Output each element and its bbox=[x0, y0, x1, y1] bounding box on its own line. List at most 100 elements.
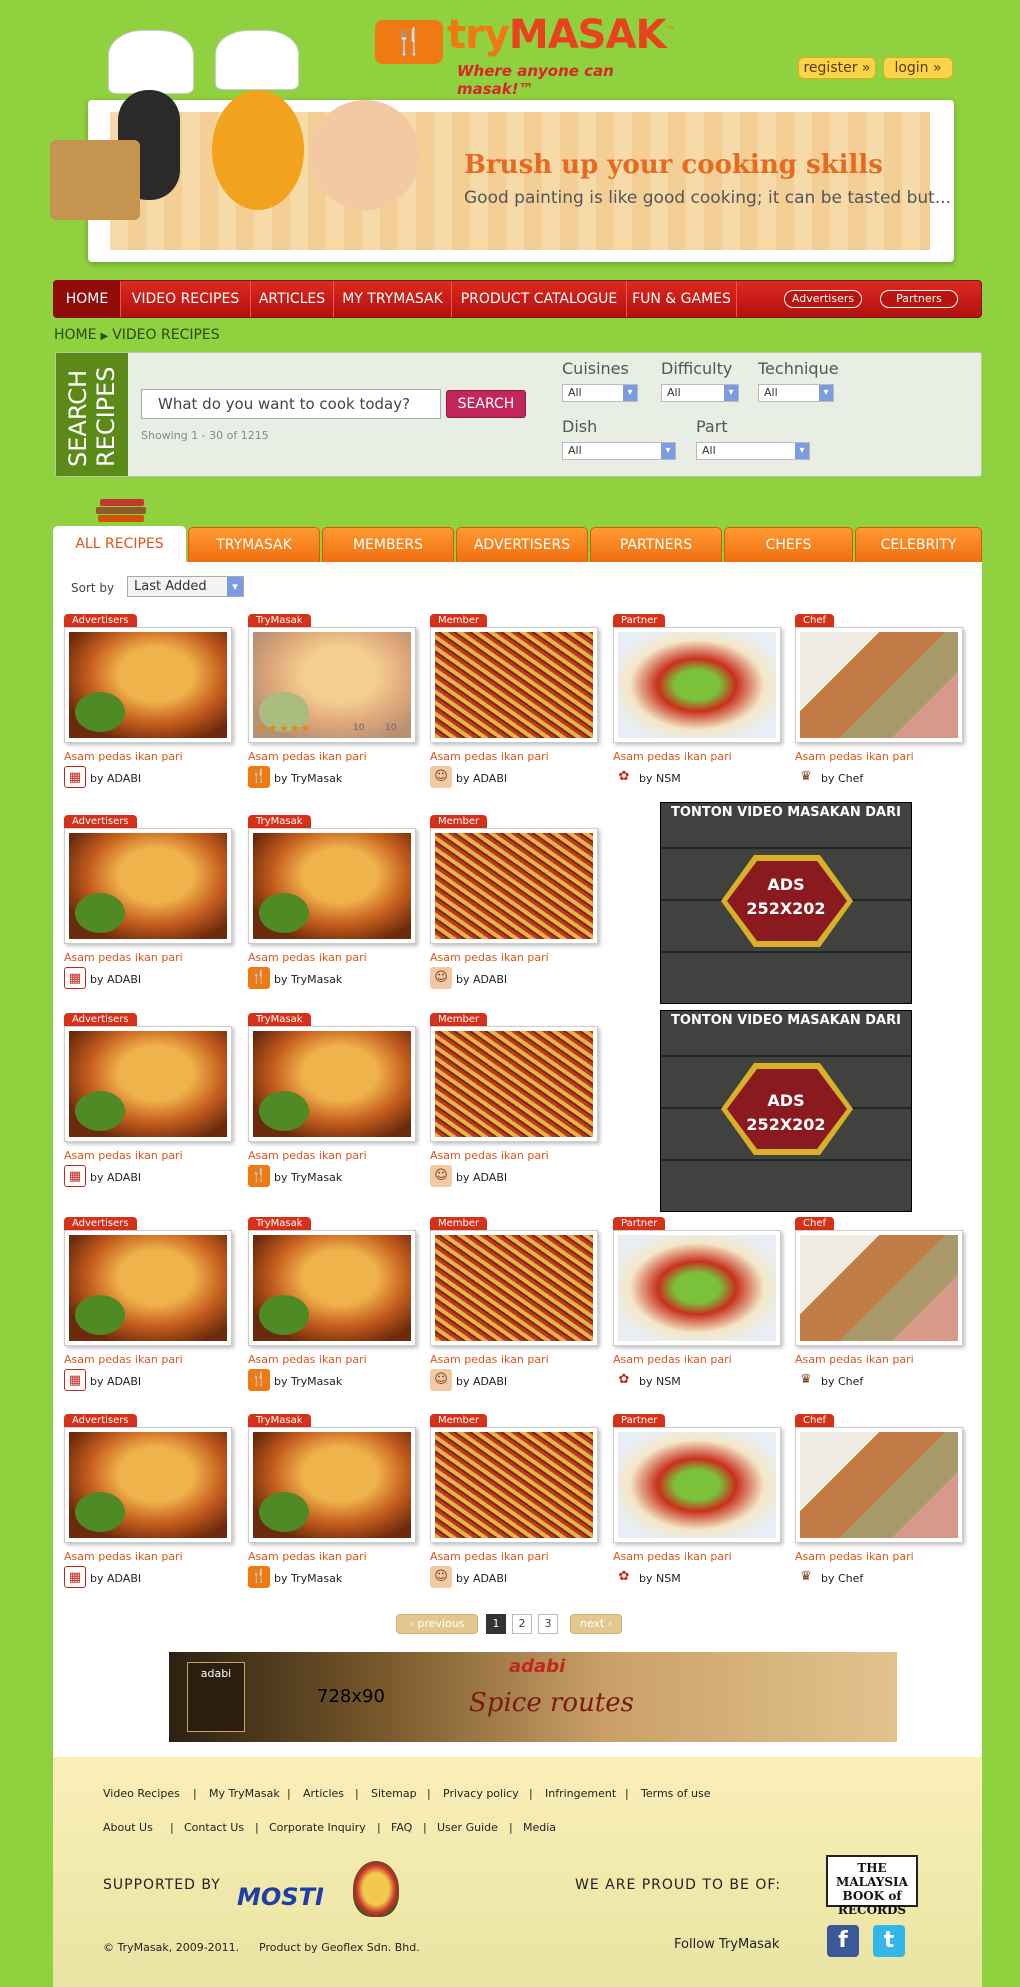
recipe-card[interactable]: Advertisers Asam pedas ikan pari ▦ by ADABI bbox=[64, 1217, 232, 1391]
search-input[interactable]: What do you want to cook today? bbox=[141, 389, 441, 419]
recipe-title[interactable]: Asam pedas ikan pari bbox=[795, 1353, 914, 1366]
recipe-title[interactable]: Asam pedas ikan pari bbox=[613, 1550, 732, 1563]
facebook-icon[interactable]: f bbox=[827, 1925, 859, 1957]
recipe-title[interactable]: Asam pedas ikan pari bbox=[430, 1550, 549, 1563]
nav-video-recipes[interactable]: VIDEO RECIPES bbox=[121, 281, 251, 317]
recipe-card[interactable]: Partner Asam pedas ikan pari ✿ by NSM bbox=[613, 1414, 781, 1588]
recipe-thumbnail[interactable] bbox=[64, 1230, 232, 1346]
recipe-title[interactable]: Asam pedas ikan pari bbox=[248, 1149, 367, 1162]
recipe-thumbnail[interactable] bbox=[430, 828, 598, 944]
recipe-card[interactable]: Advertisers Asam pedas ikan pari ▦ by ADABI bbox=[64, 1013, 232, 1187]
nav-advertisers-pill[interactable]: Advertisers bbox=[784, 290, 862, 308]
recipe-title[interactable]: Asam pedas ikan pari bbox=[64, 1353, 183, 1366]
recipe-card[interactable]: TryMasak Asam pedas ikan pari 🍴 by TryMasak… bbox=[248, 614, 416, 788]
tab-celebrity[interactable]: CELEBRITY bbox=[855, 527, 982, 563]
footer-link-user-guide[interactable]: User Guide bbox=[437, 1821, 498, 1834]
recipe-author[interactable]: by TryMasak bbox=[274, 772, 342, 785]
footer-link-media[interactable]: Media bbox=[523, 1821, 556, 1834]
recipe-thumbnail[interactable] bbox=[64, 828, 232, 944]
recipe-author[interactable]: by NSM bbox=[639, 1572, 681, 1585]
part-select[interactable]: All bbox=[696, 442, 810, 460]
recipe-title[interactable]: Asam pedas ikan pari bbox=[430, 1149, 549, 1162]
recipe-thumbnail[interactable] bbox=[430, 1427, 598, 1543]
nav-fun-games[interactable]: FUN & GAMES bbox=[627, 281, 737, 317]
recipe-author[interactable]: by ADABI bbox=[90, 973, 141, 986]
recipe-thumbnail[interactable] bbox=[64, 1026, 232, 1142]
footer-link-articles[interactable]: Articles bbox=[303, 1787, 344, 1800]
twitter-icon[interactable]: t bbox=[873, 1925, 905, 1957]
recipe-card[interactable]: Partner Asam pedas ikan pari ✿ by NSM bbox=[613, 614, 781, 788]
recipe-author[interactable]: by Chef bbox=[821, 772, 863, 785]
recipe-title[interactable]: Asam pedas ikan pari bbox=[795, 750, 914, 763]
recipe-title[interactable]: Asam pedas ikan pari bbox=[613, 1353, 732, 1366]
sort-select[interactable]: Last Added bbox=[127, 576, 244, 597]
recipe-thumbnail[interactable] bbox=[248, 828, 416, 944]
recipe-thumbnail[interactable] bbox=[64, 1427, 232, 1543]
recipe-card[interactable]: Chef Asam pedas ikan pari ♛ by Chef bbox=[795, 1414, 963, 1588]
tab-chefs[interactable]: CHEFS bbox=[724, 527, 853, 563]
recipe-author[interactable]: by ADABI bbox=[90, 1171, 141, 1184]
recipe-card[interactable]: TryMasak Asam pedas ikan pari 🍴 by TryMasak bbox=[248, 1013, 416, 1187]
recipe-title[interactable]: Asam pedas ikan pari bbox=[248, 750, 367, 763]
recipe-author[interactable]: by ADABI bbox=[456, 973, 507, 986]
recipe-author[interactable]: by ADABI bbox=[456, 1171, 507, 1184]
tab-trymasak[interactable]: TRYMASAK bbox=[188, 527, 320, 563]
tab-advertisers[interactable]: ADVERTISERS bbox=[456, 527, 588, 563]
recipe-author[interactable]: by TryMasak bbox=[274, 973, 342, 986]
recipe-thumbnail[interactable] bbox=[248, 1230, 416, 1346]
footer-link-terms[interactable]: Terms of use bbox=[641, 1787, 710, 1800]
page-2[interactable]: 2 bbox=[512, 1614, 532, 1634]
footer-link-my-trymasak[interactable]: My TryMasak bbox=[209, 1787, 280, 1800]
recipe-thumbnail[interactable] bbox=[613, 1427, 781, 1543]
recipe-card[interactable]: Advertisers Asam pedas ikan pari ▦ by ADABI bbox=[64, 1414, 232, 1588]
leaderboard-ad[interactable]: adabi 728x90 adabi Spice routes bbox=[169, 1652, 897, 1742]
recipe-card[interactable]: Advertisers Asam pedas ikan pari ▦ by ADABI bbox=[64, 815, 232, 989]
recipe-card[interactable]: Partner Asam pedas ikan pari ✿ by NSM bbox=[613, 1217, 781, 1391]
recipe-thumbnail[interactable] bbox=[248, 1427, 416, 1543]
nav-partners-pill[interactable]: Partners bbox=[880, 290, 958, 308]
search-button[interactable]: SEARCH bbox=[446, 390, 526, 418]
recipe-title[interactable]: Asam pedas ikan pari bbox=[795, 1550, 914, 1563]
recipe-thumbnail[interactable] bbox=[248, 1026, 416, 1142]
recipe-author[interactable]: by ADABI bbox=[456, 1572, 507, 1585]
footer-link-privacy[interactable]: Privacy policy bbox=[443, 1787, 519, 1800]
recipe-title[interactable]: Asam pedas ikan pari bbox=[64, 1149, 183, 1162]
recipe-thumbnail[interactable] bbox=[64, 627, 232, 743]
next-button[interactable]: next › bbox=[570, 1614, 622, 1634]
recipe-author[interactable]: by NSM bbox=[639, 1375, 681, 1388]
nav-articles[interactable]: ARTICLES bbox=[251, 281, 334, 317]
breadcrumb-home[interactable]: HOME bbox=[54, 327, 96, 343]
recipe-card[interactable]: TryMasak Asam pedas ikan pari 🍴 by TryMasak bbox=[248, 1217, 416, 1391]
recipe-author[interactable]: by Chef bbox=[821, 1375, 863, 1388]
recipe-card[interactable]: Member Asam pedas ikan pari ☺ by ADABI bbox=[430, 1414, 598, 1588]
recipe-card[interactable]: Member Asam pedas ikan pari ☺ by ADABI bbox=[430, 1013, 598, 1187]
difficulty-select[interactable]: All bbox=[661, 384, 739, 402]
tab-members[interactable]: MEMBERS bbox=[322, 527, 454, 563]
recipe-author[interactable]: by ADABI bbox=[90, 1375, 141, 1388]
recipe-thumbnail[interactable] bbox=[613, 627, 781, 743]
footer-link-about[interactable]: About Us bbox=[103, 1821, 153, 1834]
previous-button[interactable]: ‹ previous bbox=[396, 1614, 478, 1634]
recipe-author[interactable]: by Chef bbox=[821, 1572, 863, 1585]
footer-link-contact[interactable]: Contact Us bbox=[184, 1821, 244, 1834]
recipe-author[interactable]: by ADABI bbox=[90, 772, 141, 785]
recipe-thumbnail[interactable] bbox=[430, 1026, 598, 1142]
recipe-card[interactable]: Chef Asam pedas ikan pari ♛ by Chef bbox=[795, 614, 963, 788]
recipe-card[interactable]: Advertisers Asam pedas ikan pari ▦ by ADABI bbox=[64, 614, 232, 788]
recipe-thumbnail[interactable] bbox=[430, 1230, 598, 1346]
footer-link-infringement[interactable]: Infringement bbox=[545, 1787, 616, 1800]
malaysia-book-of-records-logo[interactable]: THE MALAYSIA BOOK of RECORDS bbox=[826, 1855, 918, 1917]
recipe-author[interactable]: by ADABI bbox=[90, 1572, 141, 1585]
recipe-card[interactable]: Chef Asam pedas ikan pari ♛ by Chef bbox=[795, 1217, 963, 1391]
footer-link-corporate[interactable]: Corporate Inquiry bbox=[269, 1821, 366, 1834]
login-button[interactable]: login » bbox=[883, 57, 953, 79]
recipe-title[interactable]: Asam pedas ikan pari bbox=[430, 951, 549, 964]
footer-link-faq[interactable]: FAQ bbox=[391, 1821, 412, 1834]
register-button[interactable]: register » bbox=[798, 57, 876, 79]
recipe-title[interactable]: Asam pedas ikan pari bbox=[248, 1353, 367, 1366]
footer-link-video-recipes[interactable]: Video Recipes bbox=[103, 1787, 180, 1800]
recipe-author[interactable]: by TryMasak bbox=[274, 1572, 342, 1585]
recipe-title[interactable]: Asam pedas ikan pari bbox=[248, 1550, 367, 1563]
nav-my-trymasak[interactable]: MY TRYMASAK bbox=[334, 281, 452, 317]
cuisines-select[interactable]: All bbox=[562, 384, 638, 402]
